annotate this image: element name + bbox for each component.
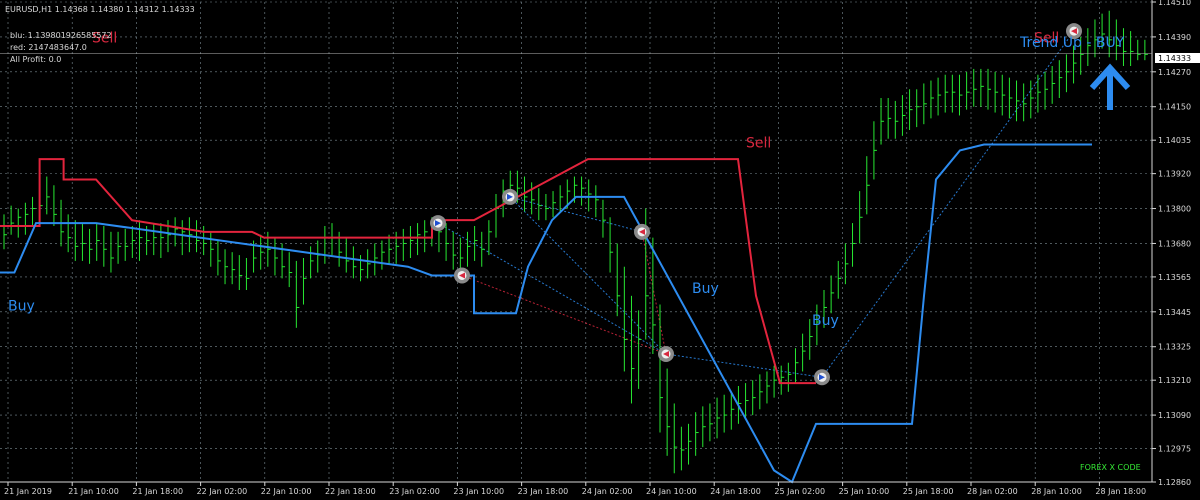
y-tick-label: 1.13210: [1158, 376, 1191, 385]
x-tick-label: 21 Jan 10:00: [68, 487, 119, 496]
x-tick-label: 24 Jan 02:00: [582, 487, 633, 496]
buy-label: Buy: [8, 298, 35, 314]
watermark: FOREX X CODE: [1080, 463, 1141, 472]
y-tick-label: 1.14035: [1158, 136, 1191, 145]
x-tick-label: 23 Jan 10:00: [453, 487, 504, 496]
y-tick-label: 1.14270: [1158, 68, 1191, 77]
all-profit: All Profit: 0.0: [10, 55, 61, 64]
y-tick-label: 1.13325: [1158, 343, 1191, 352]
y-tick-label: 1.13920: [1158, 170, 1191, 179]
y-tick-label: 1.14150: [1158, 103, 1191, 112]
y-tick-label: 1.13565: [1158, 273, 1191, 282]
buy-label: Buy: [692, 281, 719, 297]
trend-label: Trend Up - BUY: [1019, 35, 1125, 51]
y-tick-label: 1.12860: [1158, 478, 1191, 487]
sell-label: Sell: [746, 135, 771, 151]
x-tick-label: 24 Jan 18:00: [710, 487, 761, 496]
x-tick-label: 21 Jan 2019: [4, 487, 52, 496]
y-tick-label: 1.13090: [1158, 411, 1191, 420]
x-tick-label: 28 Jan 02:00: [967, 487, 1018, 496]
x-tick-label: 25 Jan 02:00: [774, 487, 825, 496]
x-tick-label: 21 Jan 18:00: [132, 487, 183, 496]
current-price-label: 1.14333: [1158, 54, 1191, 63]
buy-label: Buy: [812, 313, 839, 329]
y-tick-label: 1.13800: [1158, 205, 1191, 214]
red-value: red: 2147483647.0: [10, 43, 87, 52]
y-tick-label: 1.12975: [1158, 445, 1191, 454]
blu-value: blu: 1.139801926585572: [10, 31, 112, 40]
symbol-line: EURUSD,H1 1.14368 1.14380 1.14312 1.1433…: [5, 5, 195, 14]
x-tick-label: 23 Jan 18:00: [518, 487, 569, 496]
price-chart: Sell SellSellBuyBuyBuy 1.145101.143901.14…: [0, 0, 1200, 500]
x-tick-label: 22 Jan 02:00: [197, 487, 248, 496]
x-tick-label: 25 Jan 10:00: [839, 487, 890, 496]
chart-background: [0, 0, 1200, 500]
x-tick-label: 22 Jan 18:00: [325, 487, 376, 496]
x-tick-label: 28 Jan 10:00: [1031, 487, 1082, 496]
x-tick-label: 28 Jan 18:00: [1095, 487, 1146, 496]
y-tick-label: 1.13680: [1158, 239, 1191, 248]
x-tick-label: 23 Jan 02:00: [389, 487, 440, 496]
x-tick-label: 25 Jan 18:00: [903, 487, 954, 496]
y-tick-label: 1.13445: [1158, 308, 1191, 317]
y-tick-label: 1.14390: [1158, 33, 1191, 42]
x-tick-label: 22 Jan 10:00: [261, 487, 312, 496]
x-tick-label: 24 Jan 10:00: [646, 487, 697, 496]
y-tick-label: 1.14510: [1158, 0, 1191, 7]
